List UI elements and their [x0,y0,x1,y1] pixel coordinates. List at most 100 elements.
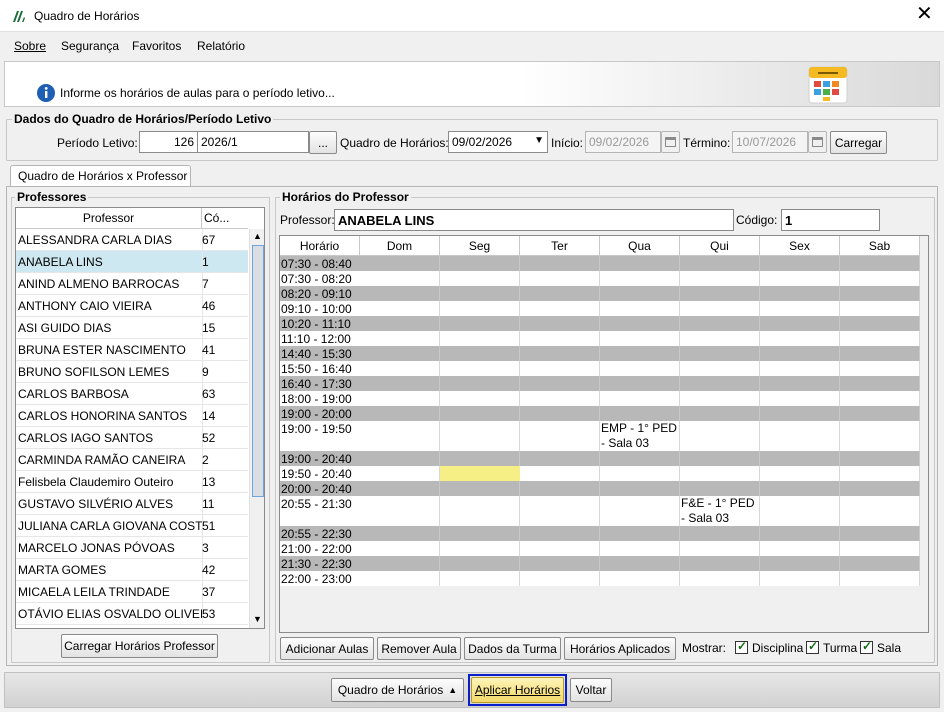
schedule-cell[interactable] [520,391,600,406]
schedule-cell[interactable] [360,526,440,541]
schedule-cell[interactable] [680,526,760,541]
grid-column-header[interactable]: Qui [680,236,760,256]
class-entry[interactable]: EMP - 1° PED - Sala 03 [600,421,680,451]
schedule-cell[interactable] [840,391,920,406]
schedule-cell[interactable] [760,316,840,331]
schedule-cell[interactable] [760,376,840,391]
schedule-cell[interactable] [840,556,920,571]
professor-row[interactable]: MARCELO JONAS PÓVOAS 3 [16,537,248,559]
schedule-cell[interactable] [840,466,920,481]
schedule-cell[interactable] [440,496,520,526]
schedule-cell[interactable] [440,421,520,451]
schedule-cell[interactable] [680,376,760,391]
dados-turma-button[interactable]: Dados da Turma [464,637,561,660]
close-icon[interactable]: ✕ [916,4,933,24]
aplicar-horarios-button[interactable]: Aplicar Horários [471,677,564,703]
periodo-browse-button[interactable]: ... [309,131,337,154]
schedule-cell[interactable] [600,376,680,391]
schedule-cell[interactable] [680,556,760,571]
schedule-row[interactable]: 10:20 - 11:10 [280,316,920,331]
professor-row[interactable]: ASI GUIDO DIAS 15 [16,317,248,339]
schedule-row[interactable]: 20:55 - 21:30 [280,496,920,526]
schedule-cell[interactable] [760,556,840,571]
professor-row[interactable]: MICAELA LEILA TRINDADE 37 [16,581,248,603]
schedule-cell[interactable] [840,571,920,586]
schedule-row[interactable]: 20:55 - 22:30 [280,526,920,541]
schedule-cell[interactable] [840,496,920,526]
schedule-cell[interactable] [600,571,680,586]
professor-row[interactable]: BRUNA ESTER NASCIMENTO 41 [16,339,248,361]
schedule-cell[interactable] [520,346,600,361]
schedule-cell[interactable] [680,571,760,586]
schedule-cell[interactable] [440,331,520,346]
schedule-cell[interactable] [360,421,440,451]
grid-column-header[interactable]: Sab [840,236,920,256]
professor-row[interactable]: CARMINDA RAMÃO CANEIRA 2 [16,449,248,471]
schedule-cell[interactable] [360,271,440,286]
schedule-cell[interactable] [360,316,440,331]
schedule-cell[interactable] [520,286,600,301]
schedule-row[interactable]: 15:50 - 16:40 [280,361,920,376]
schedule-row[interactable]: 21:30 - 22:30 [280,556,920,571]
professor-row[interactable]: ANIND ALMENO BARROCAS 7 [16,273,248,295]
schedule-cell[interactable] [440,316,520,331]
schedule-cell[interactable] [600,496,680,526]
grid-column-header[interactable]: Qua [600,236,680,256]
schedule-cell[interactable] [520,541,600,556]
schedule-cell[interactable] [840,541,920,556]
schedule-cell[interactable] [520,301,600,316]
grid-column-header[interactable]: Sex [760,236,840,256]
schedule-cell[interactable] [360,376,440,391]
schedule-cell[interactable] [360,301,440,316]
schedule-cell[interactable] [600,556,680,571]
schedule-cell[interactable] [440,286,520,301]
schedule-cell[interactable] [520,421,600,451]
schedule-cell[interactable] [600,286,680,301]
schedule-cell[interactable] [440,361,520,376]
schedule-cell[interactable] [680,271,760,286]
schedule-row[interactable]: 20:00 - 20:40 [280,481,920,496]
professores-scrollbar[interactable]: ▲ ▼ [249,229,264,628]
schedule-cell[interactable] [440,256,520,271]
schedule-cell[interactable] [360,286,440,301]
professor-row[interactable]: BRUNO SOFILSON LEMES 9 [16,361,248,383]
schedule-cell[interactable] [440,481,520,496]
schedule-cell[interactable] [360,496,440,526]
professor-row[interactable]: CARLOS HONORINA SANTOS 14 [16,405,248,427]
professor-row[interactable]: JULIANA CARLA GIOVANA COSTA 51 [16,515,248,537]
selected-cell[interactable] [440,466,520,481]
tab-quadro-professor[interactable]: Quadro de Horários x Professor [10,165,191,187]
schedule-cell[interactable] [360,571,440,586]
schedule-cell[interactable] [440,571,520,586]
schedule-cell[interactable] [520,556,600,571]
schedule-cell[interactable] [360,331,440,346]
disciplina-checkbox[interactable] [735,639,748,655]
schedule-cell[interactable] [840,331,920,346]
sala-checkbox[interactable] [860,639,873,655]
schedule-cell[interactable] [440,301,520,316]
schedule-cell[interactable] [360,481,440,496]
schedule-cell[interactable] [360,391,440,406]
schedule-cell[interactable] [680,286,760,301]
schedule-cell[interactable] [760,331,840,346]
professor-row[interactable]: ALESSANDRA CARLA DIAS 67 [16,229,248,251]
schedule-row[interactable]: 07:30 - 08:40 [280,256,920,271]
schedule-cell[interactable] [840,421,920,451]
schedule-cell[interactable] [360,406,440,421]
schedule-cell[interactable] [680,361,760,376]
schedule-cell[interactable] [680,256,760,271]
quadro-select[interactable]: 09/02/2026 ▼ [448,131,548,153]
schedule-cell[interactable] [760,481,840,496]
schedule-row[interactable]: 16:40 - 17:30 [280,376,920,391]
schedule-cell[interactable] [600,451,680,466]
schedule-cell[interactable] [680,406,760,421]
schedule-cell[interactable] [840,526,920,541]
schedule-cell[interactable] [600,526,680,541]
schedule-cell[interactable] [360,451,440,466]
scroll-up-icon[interactable]: ▲ [253,231,262,241]
schedule-cell[interactable] [760,301,840,316]
schedule-row[interactable]: 14:40 - 15:30 [280,346,920,361]
schedule-cell[interactable] [680,346,760,361]
schedule-cell[interactable] [360,466,440,481]
schedule-cell[interactable] [440,556,520,571]
